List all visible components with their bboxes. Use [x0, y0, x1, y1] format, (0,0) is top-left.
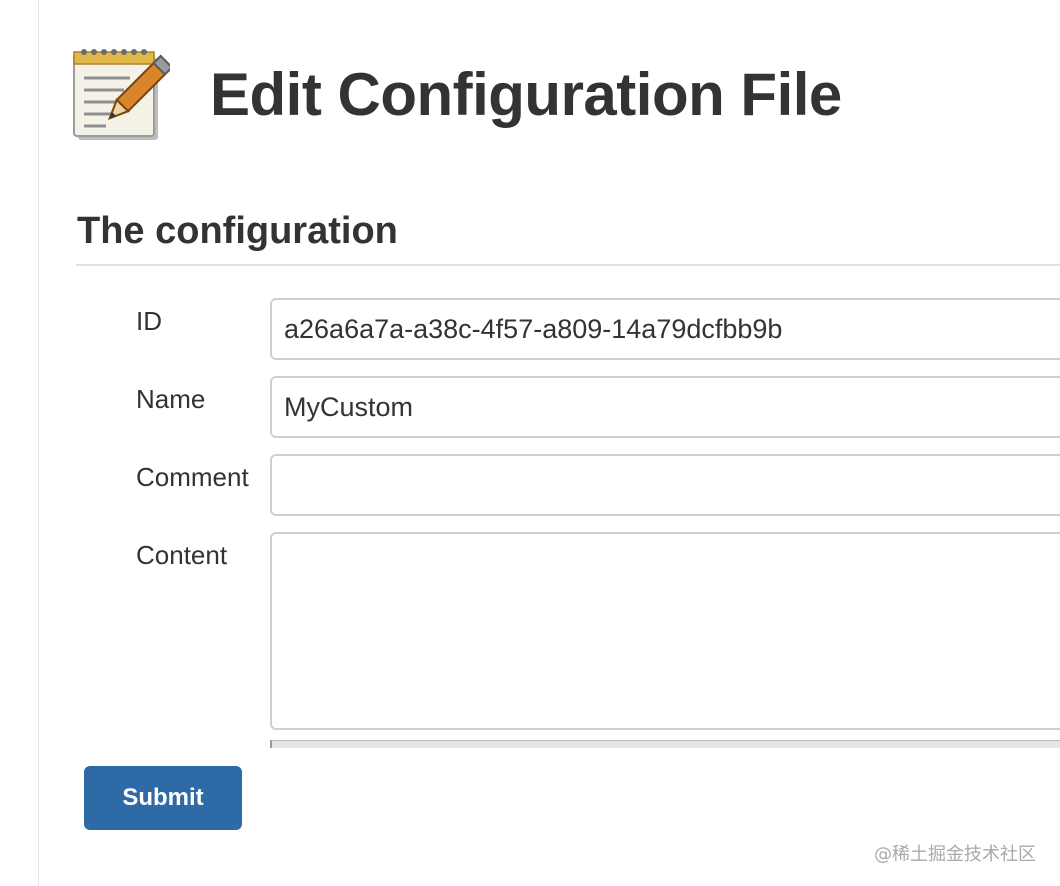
page-title: Edit Configuration File: [210, 60, 842, 128]
comment-label: Comment: [136, 462, 249, 492]
id-field[interactable]: [270, 298, 1060, 360]
id-label: ID: [136, 306, 162, 336]
page-header: Edit Configuration File: [72, 44, 842, 144]
submit-button[interactable]: Submit: [84, 766, 242, 830]
content-textarea[interactable]: [270, 532, 1060, 730]
watermark: @稀土掘金技术社区: [874, 844, 1036, 865]
page: Edit Configuration File The configuratio…: [0, 0, 1060, 886]
name-label: Name: [136, 384, 206, 414]
notepad-pencil-icon: [73, 49, 170, 140]
section-divider: [76, 264, 1060, 266]
section-title: The configuration: [77, 210, 398, 252]
comment-field[interactable]: [270, 454, 1060, 516]
name-field[interactable]: [270, 376, 1060, 438]
content-label: Content: [136, 540, 228, 570]
textarea-resize-bar[interactable]: [270, 740, 1060, 748]
left-divider: [38, 0, 39, 886]
